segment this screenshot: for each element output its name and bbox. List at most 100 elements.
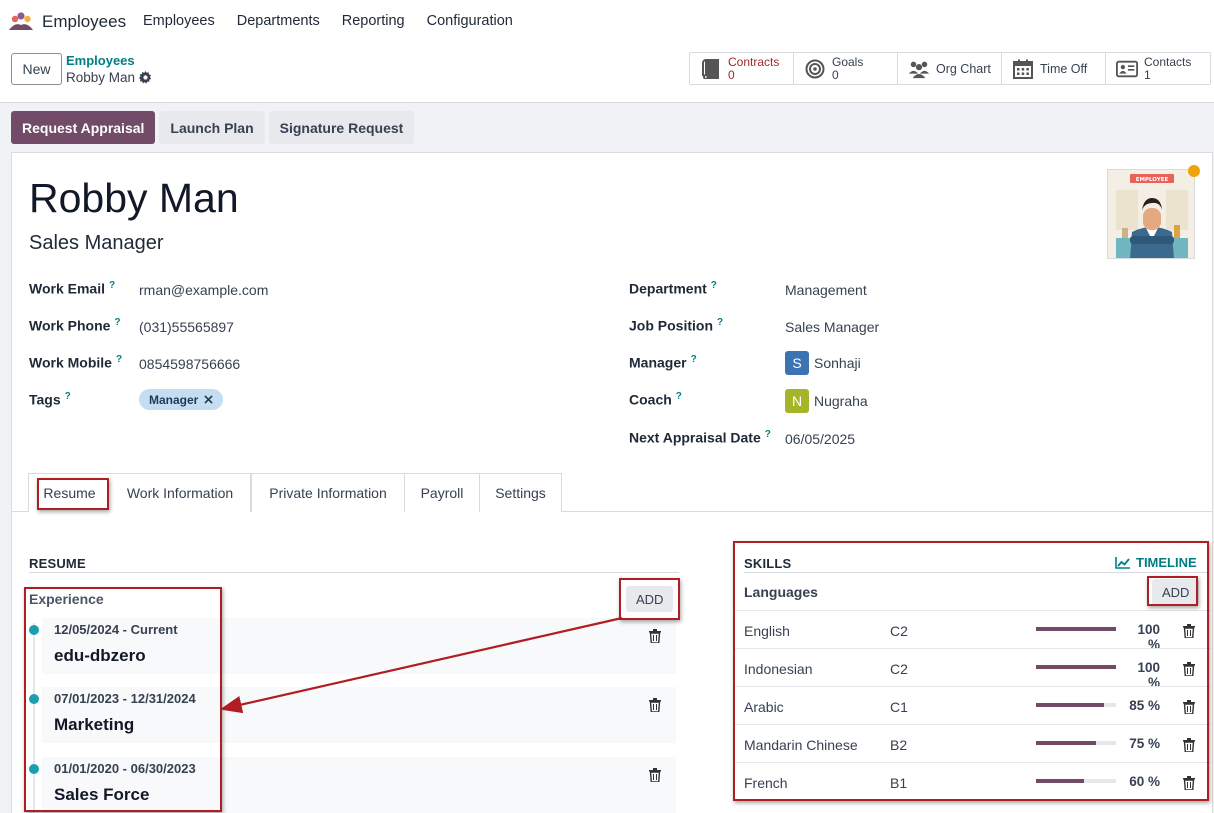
- tab-resume[interactable]: Resume: [28, 473, 111, 513]
- add-skill-button[interactable]: ADD: [1152, 579, 1200, 605]
- work-mobile-label: Work Mobile?: [29, 354, 123, 371]
- menu-departments[interactable]: Departments: [237, 13, 320, 29]
- trash-icon[interactable]: [1183, 624, 1195, 638]
- manager-field[interactable]: S Sonhaji: [785, 351, 861, 375]
- work-email-field[interactable]: rman@example.com: [139, 282, 268, 298]
- contacts-smart-button[interactable]: Contacts 1: [1106, 53, 1210, 84]
- tags-label: Tags?: [29, 391, 71, 408]
- trash-icon[interactable]: [1183, 700, 1195, 714]
- remove-tag-icon[interactable]: [204, 395, 214, 404]
- skills-title: SKILLS: [744, 556, 792, 571]
- next-appraisal-label: Next Appraisal Date?: [629, 429, 771, 446]
- trash-icon[interactable]: [1183, 662, 1195, 676]
- help-icon[interactable]: ?: [765, 429, 771, 440]
- resume-line-dates: 12/05/2024 - Current: [54, 622, 178, 637]
- menu-reporting[interactable]: Reporting: [342, 13, 405, 29]
- skill-row[interactable]: Indonesian C2 100 %: [733, 648, 1211, 690]
- calendar-icon: [1012, 58, 1034, 80]
- tag-label: Manager: [149, 392, 199, 407]
- help-icon[interactable]: ?: [109, 280, 115, 291]
- breadcrumb-current-label: Robby Man: [66, 70, 136, 85]
- skill-progress-fill: [1036, 741, 1096, 745]
- coach-field[interactable]: N Nugraha: [785, 389, 868, 413]
- app-name[interactable]: Employees: [42, 12, 126, 32]
- tab-private-information[interactable]: Private Information: [251, 473, 405, 512]
- contracts-smart-button[interactable]: Contracts 0: [690, 53, 794, 84]
- manager-avatar: S: [785, 351, 809, 375]
- employee-name[interactable]: Robby Man: [29, 175, 239, 222]
- help-icon[interactable]: ?: [676, 391, 682, 402]
- tag-manager[interactable]: Manager: [139, 389, 224, 410]
- skill-progress-bar: [1036, 741, 1116, 745]
- timeline-dot: [29, 694, 39, 704]
- help-icon[interactable]: ?: [717, 317, 723, 328]
- timeline-dot: [29, 625, 39, 635]
- contracts-text: Contracts 0: [728, 55, 779, 82]
- launch-plan-button[interactable]: Launch Plan: [159, 111, 265, 144]
- help-icon[interactable]: ?: [711, 280, 717, 291]
- trash-icon[interactable]: [649, 768, 661, 782]
- tab-settings[interactable]: Settings: [479, 473, 562, 512]
- resume-line-title: Sales Force: [54, 785, 150, 804]
- resume-line-title: edu-dbzero: [54, 646, 146, 665]
- top-navbar: Employees Employees Departments Reportin…: [0, 0, 1214, 44]
- help-icon[interactable]: ?: [114, 317, 120, 328]
- trash-icon[interactable]: [649, 629, 661, 643]
- control-panel: New Employees Robby Man Contracts 0 Goal…: [0, 44, 1214, 103]
- department-label: Department?: [629, 280, 717, 297]
- breadcrumb-current: Robby Man: [66, 70, 152, 85]
- goals-smart-button[interactable]: Goals 0: [794, 53, 898, 84]
- breadcrumb-parent[interactable]: Employees: [66, 53, 135, 68]
- tab-payroll[interactable]: Payroll: [404, 473, 480, 512]
- work-mobile-field[interactable]: 0854598756666: [139, 356, 240, 372]
- resume-line-dates: 07/01/2023 - 12/31/2024: [54, 691, 196, 706]
- help-icon[interactable]: ?: [116, 354, 122, 365]
- menu-employees[interactable]: Employees: [143, 13, 215, 29]
- tab-work-information[interactable]: Work Information: [110, 473, 251, 512]
- trash-icon[interactable]: [1183, 776, 1195, 790]
- employee-job-title[interactable]: Sales Manager: [29, 232, 164, 255]
- skill-name: English: [744, 623, 790, 639]
- gear-icon[interactable]: [139, 71, 152, 84]
- org-chart-smart-button[interactable]: Org Chart: [898, 53, 1002, 84]
- goals-text: Goals 0: [832, 54, 864, 82]
- goals-label: Goals: [832, 54, 864, 69]
- coach-label: Coach?: [629, 391, 682, 408]
- timeline-dot: [29, 764, 39, 774]
- timeline-label: TIMELINE: [1136, 555, 1197, 570]
- skill-level: C2: [890, 623, 908, 639]
- trash-icon[interactable]: [649, 698, 661, 712]
- work-email-label: Work Email?: [29, 280, 116, 297]
- work-phone-field[interactable]: (031)55565897: [139, 319, 234, 335]
- employee-photo[interactable]: EMPLOYEE: [1107, 169, 1195, 259]
- skill-row[interactable]: Mandarin Chinese B2 75 %: [733, 724, 1211, 762]
- coach-avatar: N: [785, 389, 809, 413]
- users-icon: [908, 58, 930, 80]
- help-icon[interactable]: ?: [65, 391, 71, 402]
- skill-row[interactable]: French B1 60 %: [733, 762, 1211, 800]
- new-button[interactable]: New: [11, 53, 62, 85]
- trash-icon[interactable]: [1183, 738, 1195, 752]
- main-menu: Employees Departments Reporting Configur…: [143, 13, 513, 29]
- notebook-tabs: Resume Work Information Private Informat…: [12, 473, 1213, 513]
- department-field[interactable]: Management: [785, 282, 867, 298]
- employees-app-icon[interactable]: [8, 11, 34, 31]
- request-appraisal-button[interactable]: Request Appraisal: [11, 111, 156, 144]
- goals-count: 0: [832, 67, 839, 82]
- form-sheet: Robby Man Sales Manager EMPLOYEE Work Em…: [11, 152, 1213, 813]
- next-appraisal-field[interactable]: 06/05/2025: [785, 431, 855, 447]
- help-icon[interactable]: ?: [691, 354, 697, 365]
- coach-name: Nugraha: [814, 393, 868, 409]
- time-off-smart-button[interactable]: Time Off: [1002, 53, 1106, 84]
- skill-progress-fill: [1036, 779, 1084, 783]
- job-position-field[interactable]: Sales Manager: [785, 319, 879, 335]
- timeline-button[interactable]: TIMELINE: [1115, 555, 1197, 570]
- presence-status-dot: [1188, 165, 1200, 177]
- signature-request-button[interactable]: Signature Request: [268, 111, 415, 144]
- skill-row[interactable]: Arabic C1 85 %: [733, 686, 1211, 724]
- skill-group-languages: Languages: [744, 584, 818, 600]
- add-resume-button[interactable]: ADD: [626, 586, 674, 612]
- skill-row[interactable]: English C2 100 %: [733, 610, 1211, 652]
- org-chart-label: Org Chart: [936, 61, 991, 76]
- menu-configuration[interactable]: Configuration: [427, 13, 513, 29]
